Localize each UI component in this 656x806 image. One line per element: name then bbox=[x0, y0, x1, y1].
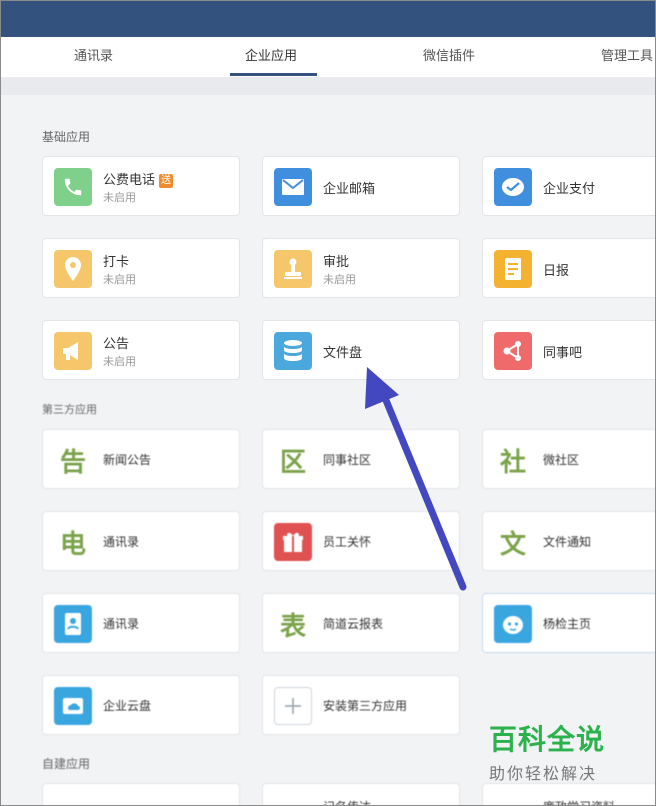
electric-glyph-icon: 电 bbox=[59, 529, 86, 560]
app-name: 通讯录 bbox=[103, 617, 140, 631]
contacts-icon bbox=[54, 605, 92, 643]
community-glyph-icon: 区 bbox=[279, 447, 306, 478]
app-status: 未启用 bbox=[103, 191, 136, 204]
watermark-subtitle: 助你轻松解决 bbox=[489, 764, 598, 783]
watermark-logo: 百科全说 助你轻松解决 bbox=[489, 718, 605, 784]
app-status: 未启用 bbox=[323, 273, 356, 286]
tab-wechat-plugins[interactable]: 微信插件 bbox=[423, 37, 475, 77]
app-card-inspection-home[interactable]: 杨检主页 bbox=[482, 593, 655, 653]
section-title-custom: 自建应用 bbox=[42, 757, 91, 771]
app-status: 未启用 bbox=[103, 355, 136, 368]
app-card-news-announcement[interactable]: 告 新闻公告 bbox=[42, 429, 240, 489]
gift-icon bbox=[274, 523, 312, 561]
app-name: 员工关怀 bbox=[323, 535, 372, 549]
tab-enterprise-apps[interactable]: 企业应用 bbox=[245, 37, 297, 77]
megaphone-icon bbox=[54, 332, 92, 370]
app-card-approval[interactable]: 审批 未启用 bbox=[262, 238, 460, 298]
watermark-title: 百科全说 bbox=[489, 723, 606, 756]
news-glyph-icon: 告 bbox=[59, 447, 86, 478]
plus-icon bbox=[274, 687, 312, 725]
app-name: 企业云盘 bbox=[103, 699, 152, 713]
app-card-micro-community[interactable]: 社 微社区 bbox=[482, 429, 655, 489]
top-header-bar bbox=[1, 1, 655, 37]
tab-bar: 通讯录 企业应用 微信插件 管理工具 bbox=[1, 37, 655, 78]
app-card-clock-in[interactable]: 打卡 未启用 bbox=[42, 238, 240, 298]
mail-icon bbox=[274, 168, 312, 206]
app-name: 审批 bbox=[323, 255, 350, 270]
app-name: 公告 bbox=[103, 337, 130, 352]
cloud-disk-icon bbox=[54, 687, 92, 725]
app-name: 同事吧 bbox=[543, 346, 583, 361]
app-card-contacts-2[interactable]: 通讯录 bbox=[42, 593, 240, 653]
mascot-icon bbox=[494, 605, 532, 643]
app-card-enterprise-pay[interactable]: 企业支付 bbox=[482, 156, 655, 216]
app-name: 新闻公告 bbox=[103, 453, 152, 467]
app-name: 日报 bbox=[543, 264, 570, 279]
app-name: 廉政学习资料 bbox=[543, 798, 615, 805]
app-card-file-disk[interactable]: 文件盘 bbox=[262, 320, 460, 380]
app-name: 打卡 bbox=[103, 255, 130, 270]
app-name: 杨检主页 bbox=[543, 617, 592, 631]
report-icon bbox=[494, 250, 532, 288]
app-name: 记名传达 bbox=[323, 798, 371, 805]
app-card-enterprise-cloud-disk[interactable]: 企业云盘 bbox=[42, 675, 240, 735]
tab-management-tools[interactable]: 管理工具 bbox=[601, 37, 653, 77]
location-pin-icon bbox=[54, 250, 92, 288]
gift-badge: 送 bbox=[159, 174, 174, 188]
stamp-icon bbox=[274, 250, 312, 288]
app-name: 企业邮箱 bbox=[323, 182, 376, 197]
app-card-custom-1[interactable] bbox=[42, 783, 240, 805]
app-name: 安装第三方应用 bbox=[323, 699, 408, 713]
table-glyph-icon: 表 bbox=[279, 611, 306, 642]
app-name: 微社区 bbox=[543, 453, 580, 467]
app-card-daily-report[interactable]: 日报 bbox=[482, 238, 655, 298]
text-glyph-icon: 文 bbox=[499, 529, 526, 560]
app-name: 通讯录 bbox=[103, 535, 140, 549]
header-divider bbox=[1, 77, 655, 95]
app-card-jiandaoyun-report[interactable]: 表 简道云报表 bbox=[262, 593, 460, 653]
app-card-employee-care[interactable]: 员工关怀 bbox=[262, 511, 460, 571]
app-name: 简道云报表 bbox=[323, 617, 384, 631]
app-card-colleague-bar[interactable]: 同事吧 bbox=[482, 320, 655, 380]
app-name: 文件通知 bbox=[543, 535, 592, 549]
payment-icon bbox=[494, 168, 532, 206]
app-window: 通讯录 企业应用 微信插件 管理工具 基础应用 公费电话送 未启用 企业邮箱 企… bbox=[0, 0, 656, 806]
app-name: 文件盘 bbox=[323, 346, 363, 361]
app-card-custom-3[interactable]: 廉政学习资料 bbox=[482, 783, 655, 805]
app-name: 企业支付 bbox=[543, 182, 596, 197]
app-card-address-book[interactable]: 电 通讯录 bbox=[42, 511, 240, 571]
app-name: 公费电话送 bbox=[103, 173, 174, 188]
section-title-basic: 基础应用 bbox=[42, 130, 91, 144]
app-name: 同事社区 bbox=[323, 453, 372, 467]
app-card-enterprise-mail[interactable]: 企业邮箱 bbox=[262, 156, 460, 216]
app-card-announcement[interactable]: 公告 未启用 bbox=[42, 320, 240, 380]
app-card-colleague-community[interactable]: 区 同事社区 bbox=[262, 429, 460, 489]
app-card-public-phone[interactable]: 公费电话送 未启用 bbox=[42, 156, 240, 216]
share-network-icon bbox=[494, 332, 532, 370]
phone-icon bbox=[54, 168, 92, 206]
database-icon bbox=[274, 332, 312, 370]
active-tab-indicator bbox=[230, 73, 317, 76]
section-title-third-party: 第三方应用 bbox=[42, 403, 97, 416]
tab-contacts[interactable]: 通讯录 bbox=[74, 37, 113, 77]
app-status: 未启用 bbox=[103, 273, 136, 286]
install-third-party-app-button[interactable]: 安装第三方应用 bbox=[262, 675, 460, 735]
society-glyph-icon: 社 bbox=[499, 447, 526, 478]
app-icon bbox=[54, 795, 92, 805]
app-card-file-notice[interactable]: 文 文件通知 bbox=[482, 511, 655, 571]
app-card-custom-2[interactable]: 记名传达 bbox=[262, 783, 460, 805]
